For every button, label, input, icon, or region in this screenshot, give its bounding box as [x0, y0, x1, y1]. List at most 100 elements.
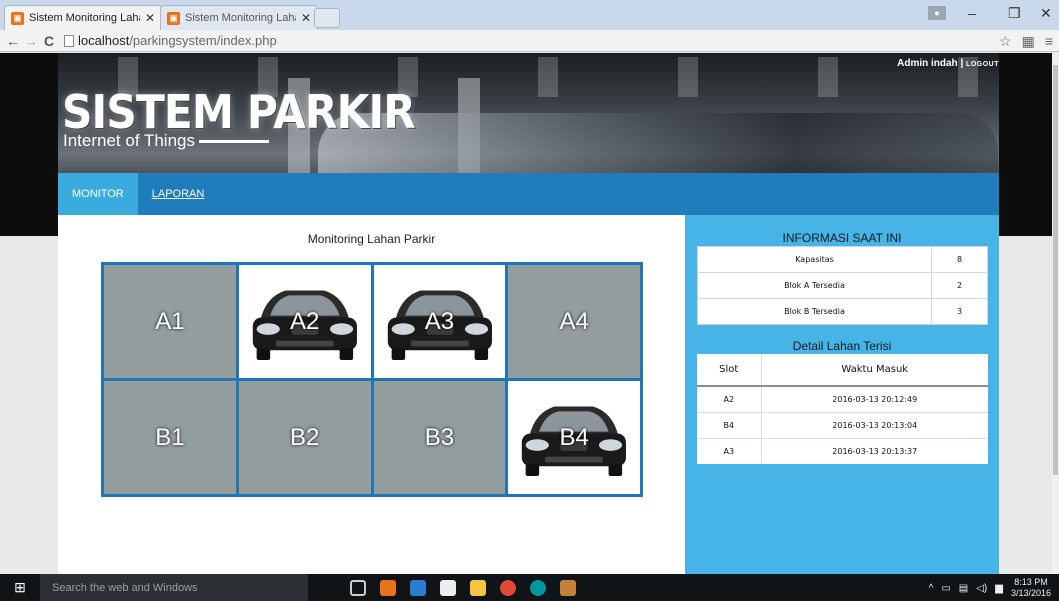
edge-icon[interactable]	[410, 579, 426, 596]
web-page: SISTEM PARKIR Internet of Things Admin i…	[0, 53, 1059, 574]
close-tab-icon[interactable]: ✕	[145, 11, 155, 25]
detail-time: 2016-03-13 20:13:37	[760, 437, 988, 464]
address-bar[interactable]: localhost/parkingsystem/index.php	[64, 33, 277, 48]
extension-icon[interactable]: ▦	[1022, 33, 1035, 50]
parking-slot-a1: A1	[104, 265, 236, 378]
table-row: Blok A Tersedia 2	[697, 272, 988, 299]
logo-subtitle-text: Internet of Things	[63, 131, 195, 150]
info-label: Blok B Tersedia	[697, 298, 932, 325]
slot-label: A1	[155, 307, 185, 335]
table-row: Kapasitas 8	[697, 246, 988, 273]
notification-icon[interactable]: ▆	[995, 583, 1003, 594]
info-title: INFORMASI SAAT INI	[782, 231, 902, 245]
slot-label: A2	[289, 307, 320, 335]
store-icon[interactable]	[440, 579, 456, 596]
detail-time: 2016-03-13 20:13:04	[760, 411, 988, 438]
arduino-icon[interactable]	[530, 579, 546, 596]
url-path: /parkingsystem/index.php	[129, 33, 277, 48]
info-table: Kapasitas 8 Blok A Tersedia 2 Blok B Ter…	[697, 246, 988, 325]
user-info: Admin indah | LOGOUT	[897, 58, 999, 69]
parking-slot-a4: A4	[508, 265, 640, 378]
slot-label: B4	[559, 423, 589, 451]
file-explorer-icon[interactable]	[470, 579, 486, 596]
site-favicon-icon: ▣	[11, 11, 24, 25]
detail-table: Slot Waktu Masuk A2 2016-03-13 20:12:49 …	[697, 354, 988, 464]
back-arrow-icon[interactable]: ←	[4, 33, 22, 49]
detail-title: Detail Lahan Terisi	[792, 339, 892, 353]
bookmark-star-icon[interactable]: ☆	[999, 33, 1012, 50]
scrollbar-thumb[interactable]	[1053, 65, 1058, 475]
slot-label: A4	[559, 307, 589, 335]
windows-start-icon[interactable]: ⊞	[0, 574, 40, 601]
slot-label: B1	[155, 423, 185, 451]
task-view-icon[interactable]	[350, 579, 366, 596]
xampp-icon[interactable]	[380, 579, 396, 596]
info-value: 2	[931, 272, 988, 299]
new-tab-button[interactable]	[314, 8, 340, 28]
taskbar-search-input[interactable]: Search the web and Windows	[40, 574, 308, 601]
nav-item-laporan[interactable]: LAPORAN	[138, 173, 219, 215]
monitor-panel: Monitoring Lahan Parkir A1 A2 A3 A4 B1 B2 B3 B4	[58, 215, 685, 574]
chrome-icon[interactable]	[500, 579, 516, 596]
forward-arrow-icon[interactable]: →	[22, 33, 40, 49]
minimize-icon[interactable]: –	[968, 5, 976, 21]
tray-chevron-icon[interactable]: ^	[929, 583, 934, 594]
page-scrollbar[interactable]	[1052, 53, 1059, 574]
info-sidebar: INFORMASI SAAT INI Kapasitas 8 Blok A Te…	[685, 215, 999, 574]
app-icon[interactable]	[560, 579, 576, 596]
column-header-waktu-masuk: Waktu Masuk	[760, 354, 988, 387]
table-header-row: Slot Waktu Masuk	[697, 354, 988, 387]
monitor-title: Monitoring Lahan Parkir	[307, 232, 436, 246]
nav-item-monitor[interactable]: MONITOR	[58, 173, 138, 215]
table-row: Blok B Tersedia 3	[697, 298, 988, 325]
system-tray: ^ ▭ ▤ ◁) ▆ 8:13 PM 3/13/2016	[929, 577, 1051, 599]
parking-slot-b4: B4	[508, 381, 640, 494]
info-label: Kapasitas	[697, 246, 932, 273]
detail-slot: B4	[697, 411, 761, 438]
parking-slot-b1: B1	[104, 381, 236, 494]
logo-rule	[199, 139, 269, 143]
info-value: 3	[931, 298, 988, 325]
close-tab-icon[interactable]: ✕	[301, 11, 311, 25]
user-separator: |	[960, 58, 964, 69]
table-row: A3 2016-03-13 20:13:37	[697, 437, 988, 464]
table-row: A2 2016-03-13 20:12:49	[697, 385, 988, 412]
tab-title: Sistem Monitoring Lahan	[29, 12, 140, 24]
parking-slot-b2: B2	[238, 381, 371, 494]
tab-title: Sistem Monitoring Lahan	[185, 12, 296, 24]
browser-tabbar: ▣ Sistem Monitoring Lahan ✕ ▣ Sistem Mon…	[0, 0, 1059, 30]
logout-link[interactable]: LOGOUT	[966, 61, 999, 68]
parking-slot-b3: B3	[373, 381, 506, 494]
detail-time: 2016-03-13 20:12:49	[760, 385, 988, 412]
clock-date: 3/13/2016	[1010, 588, 1051, 598]
table-row: B4 2016-03-13 20:13:04	[697, 411, 988, 438]
info-value: 8	[931, 246, 988, 273]
info-label: Blok A Tersedia	[697, 272, 932, 299]
user-name: Admin indah	[897, 58, 958, 69]
parking-slot-a2: A2	[238, 265, 371, 378]
reload-icon[interactable]: C	[40, 33, 58, 49]
slot-label: B3	[424, 423, 455, 451]
page-icon	[64, 34, 74, 47]
browser-tab-active[interactable]: ▣ Sistem Monitoring Lahan ✕	[4, 5, 162, 30]
browser-toolbar: ← → C localhost/parkingsystem/index.php …	[0, 30, 1059, 52]
slot-label: A3	[424, 307, 455, 335]
clock-time: 8:13 PM	[1014, 577, 1048, 587]
network-icon[interactable]: ▤	[959, 583, 968, 594]
url-host: localhost	[78, 33, 130, 48]
parking-slot-grid: A1 A2 A3 A4 B1 B2 B3 B4	[101, 262, 643, 497]
close-window-icon[interactable]: ✕	[1040, 5, 1052, 22]
browser-tab[interactable]: ▣ Sistem Monitoring Lahan ✕	[160, 5, 318, 30]
detail-slot: A3	[697, 437, 761, 464]
battery-icon[interactable]: ▭	[941, 583, 950, 594]
parking-slot-a3: A3	[373, 265, 506, 378]
volume-icon[interactable]: ◁)	[976, 583, 987, 594]
site-favicon-icon: ▣	[167, 11, 180, 25]
menu-icon[interactable]: ≡	[1045, 33, 1053, 50]
column-header-slot: Slot	[697, 354, 761, 387]
taskbar-clock[interactable]: 8:13 PM 3/13/2016	[1011, 577, 1051, 599]
browser-profile-icon[interactable]: ●	[928, 6, 946, 20]
slot-label: B2	[289, 423, 320, 451]
restore-icon[interactable]: ❐	[1008, 5, 1021, 22]
windows-taskbar: ⊞ Search the web and Windows ^ ▭ ▤ ◁) ▆ …	[0, 574, 1059, 601]
